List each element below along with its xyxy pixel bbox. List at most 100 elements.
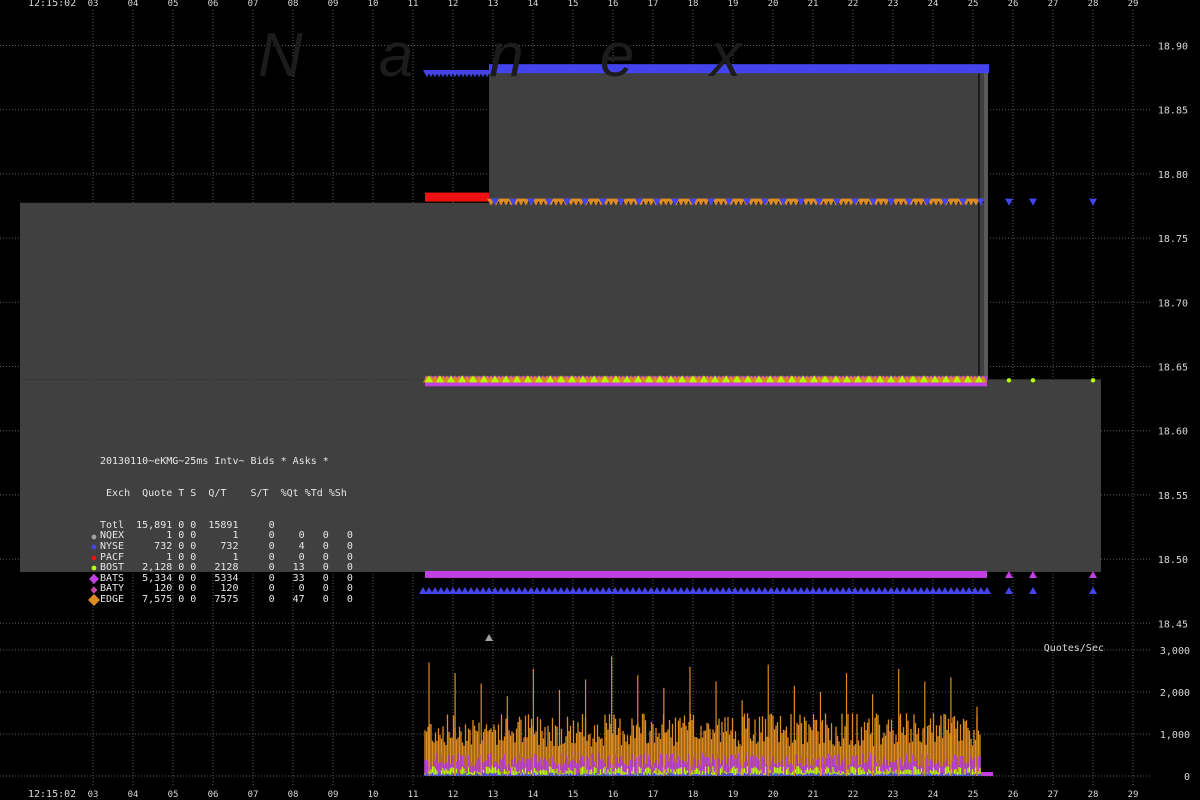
x-tick-label-top: 28 — [1088, 0, 1099, 9]
x-tick-label-bottom: 29 — [1128, 790, 1139, 800]
nyse-bid-marker — [983, 586, 991, 594]
x-tick-label-top: 06 — [208, 0, 219, 9]
spread-block-middle — [20, 202, 985, 380]
x-tick-label-bottom: 03 — [88, 790, 99, 800]
nyse-ask-marker — [1005, 198, 1013, 206]
x-tick-label-bottom: 19 — [728, 790, 739, 800]
legend-row-text: EDGE 7,575 0 0 7575 0 47 0 0 — [100, 593, 353, 605]
x-tick-label-top: 24 — [928, 0, 939, 9]
x-tick-label-top: 13 — [488, 0, 499, 9]
bats-bid-band — [425, 570, 987, 578]
price-tick-label: 18.85 — [1158, 106, 1188, 117]
x-tick-label-bottom: 15 — [568, 790, 579, 800]
x-tick-label-top: 10 — [368, 0, 379, 9]
x-tick-label-bottom: 04 — [128, 790, 139, 800]
x-tick-label-bottom: 14 — [528, 790, 539, 800]
x-tick-label-bottom: 10 — [368, 790, 379, 800]
x-tick-label-bottom: 22 — [848, 790, 859, 800]
bats-volume-tail — [981, 772, 993, 776]
legend-header: 20130110~eKMG~25ms Intv~ Bids * Asks * — [100, 456, 329, 468]
x-tick-label-bottom: 21 — [808, 790, 819, 800]
x-tick-label-top: 16 — [608, 0, 619, 9]
watermark: Nanex — [258, 21, 817, 90]
x-tick-label-top: 14 — [528, 0, 539, 9]
x-tick-label-bottom: 25 — [968, 790, 979, 800]
x-tick-label-top: 07 — [248, 0, 259, 9]
price-tick-label: 18.50 — [1158, 555, 1188, 566]
price-tick-label: 18.60 — [1158, 427, 1188, 438]
x-tick-label-top: 09 — [328, 0, 339, 9]
x-tick-label-bottom: 13 — [488, 790, 499, 800]
x-tick-label-bottom: 09 — [328, 790, 339, 800]
x-tick-label-bottom: 28 — [1088, 790, 1099, 800]
x-tick-label-top: 19 — [728, 0, 739, 9]
x-tick-label-bottom: 26 — [1008, 790, 1019, 800]
x-tick-label-bottom: 24 — [928, 790, 939, 800]
x-tick-label-top: 15 — [568, 0, 579, 9]
price-tick-label: 18.90 — [1158, 42, 1188, 53]
x-tick-label-top: 05 — [168, 0, 179, 9]
x-tick-label-top: 20 — [768, 0, 779, 9]
volume-axis-label: Quotes/Sec — [1044, 643, 1104, 654]
x-tick-label-bottom: 06 — [208, 790, 219, 800]
nyse-ask-marker — [1089, 198, 1097, 206]
nyse-ask-marker — [1029, 198, 1037, 206]
x-tick-label-top: 03 — [88, 0, 99, 9]
legend-row: NYSE 732 0 0 732 0 4 0 0 — [88, 540, 353, 553]
x-tick-label-top: 08 — [288, 0, 299, 9]
x-tick-label-bottom: 11 — [408, 790, 419, 800]
volume-tick-label: 0 — [1184, 772, 1190, 783]
time-label-top: 12:15:02 — [28, 0, 76, 9]
chart-canvas: 03 03 04 04 05 05 06 06 07 07 08 08 09 09 10 10 11 11 12 12… — [0, 0, 1190, 800]
bost-bid-marker — [1030, 378, 1036, 383]
x-tick-label-top: 23 — [888, 0, 899, 9]
x-tick-label-top: 12 — [448, 0, 459, 9]
x-tick-label-bottom: 18 — [688, 790, 699, 800]
x-tick-label-bottom: 12 — [448, 790, 459, 800]
x-tick-label-top: 17 — [648, 0, 659, 9]
x-tick-label-top: 22 — [848, 0, 859, 9]
spread-block-upper — [489, 71, 985, 200]
x-tick-label-top: 25 — [968, 0, 979, 9]
x-tick-label-top: 04 — [128, 0, 139, 9]
price-tick-label: 18.80 — [1158, 170, 1188, 181]
pacf-ask-band — [425, 192, 489, 202]
legend-row-text: NYSE 732 0 0 732 0 4 0 0 — [100, 540, 353, 552]
x-tick-label-top: 21 — [808, 0, 819, 9]
price-tick-label: 18.45 — [1158, 619, 1188, 630]
volume-tick-label: 1,000 — [1160, 730, 1190, 741]
x-tick-label-top: 29 — [1128, 0, 1139, 9]
bost-bid-marker — [1090, 378, 1096, 383]
x-tick-label-top: 18 — [688, 0, 699, 9]
bats-bid-marker — [1029, 570, 1037, 578]
volume-tick-label: 3,000 — [1160, 646, 1190, 657]
price-tick-label: 18.65 — [1158, 363, 1188, 374]
x-tick-label-bottom: 16 — [608, 790, 619, 800]
bost-bid-marker — [1006, 378, 1012, 383]
x-tick-label-bottom: 08 — [288, 790, 299, 800]
nyse-bid-marker — [1029, 586, 1037, 594]
volume-tick-label: 2,000 — [1160, 688, 1190, 699]
x-tick-label-top: 27 — [1048, 0, 1059, 9]
legend: 20130110~eKMG~25ms Intv~ Bids * Asks * E… — [88, 436, 353, 616]
x-tick-label-top: 26 — [1008, 0, 1019, 9]
x-tick-label-bottom: 17 — [648, 790, 659, 800]
nyse-bid-marker — [1005, 586, 1013, 594]
legend-row: EDGE 7,575 0 0 7575 0 47 0 0 — [88, 593, 353, 607]
price-tick-label: 18.70 — [1158, 298, 1188, 309]
nyse-bid-marker — [1089, 586, 1097, 594]
x-tick-label-bottom: 07 — [248, 790, 259, 800]
bats-bid-marker — [1089, 570, 1097, 578]
x-tick-label-top: 11 — [408, 0, 419, 9]
price-tick-label: 18.75 — [1158, 234, 1188, 245]
x-tick-label-bottom: 05 — [168, 790, 179, 800]
x-tick-label-bottom: 23 — [888, 790, 899, 800]
x-tick-label-bottom: 27 — [1048, 790, 1059, 800]
spread-edge-bar — [984, 71, 988, 380]
volume-bars — [424, 656, 993, 776]
x-tick-label-bottom: 20 — [768, 790, 779, 800]
bats-bid-marker — [1005, 570, 1013, 578]
legend-columns: Exch Quote T S Q/T S/T %Qt %Td %Sh — [100, 487, 347, 499]
nqex-marker — [485, 634, 493, 641]
time-label-bottom: 12:15:02 — [28, 789, 76, 800]
